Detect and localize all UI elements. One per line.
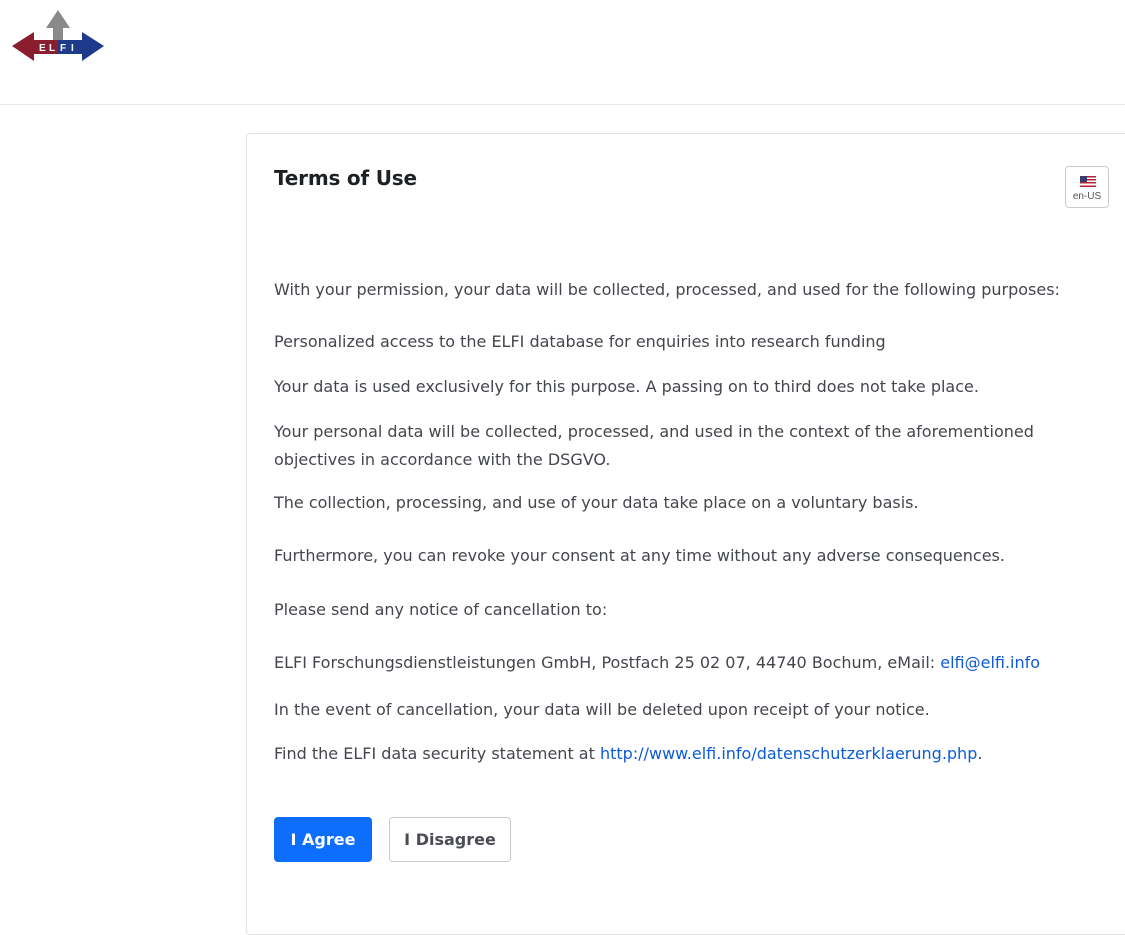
terms-paragraph-purpose: Personalized access to the ELFI database… xyxy=(274,332,886,351)
page-header: E L F I xyxy=(0,0,1125,105)
page-title: Terms of Use xyxy=(274,166,417,190)
security-statement-text: Find the ELFI data security statement at xyxy=(274,744,600,763)
language-selector-button[interactable]: en-US xyxy=(1065,166,1109,208)
language-code-label: en-US xyxy=(1072,191,1102,202)
terms-paragraph-dsgvo: Your personal data will be collected, pr… xyxy=(274,422,1034,469)
agree-button[interactable]: I Agree xyxy=(274,817,372,862)
terms-card xyxy=(246,133,1125,935)
email-link[interactable]: elfi@elfi.info xyxy=(940,653,1040,672)
svg-text:F: F xyxy=(60,43,66,54)
address-text: ELFI Forschungsdienstleistungen GmbH, Po… xyxy=(274,653,941,672)
security-statement-link[interactable]: http://www.elfi.info/datenschutzerklaeru… xyxy=(600,744,977,763)
disagree-button[interactable]: I Disagree xyxy=(389,817,511,862)
terms-paragraph-exclusive-use: Your data is used exclusively for this p… xyxy=(274,377,979,396)
terms-paragraph-revoke: Furthermore, you can revoke your consent… xyxy=(274,546,1005,565)
terms-paragraph-security-statement: Find the ELFI data security statement at… xyxy=(274,740,982,768)
terms-paragraph-cancellation: Please send any notice of cancellation t… xyxy=(274,600,608,619)
terms-paragraph-deletion: In the event of cancellation, your data … xyxy=(274,700,930,719)
terms-paragraph-intro: With your permission, your data will be … xyxy=(274,280,1060,299)
elfi-logo[interactable]: E L F I xyxy=(10,8,106,68)
security-statement-period: . xyxy=(977,744,983,763)
terms-paragraph-address: ELFI Forschungsdienstleistungen GmbH, Po… xyxy=(274,649,1040,677)
terms-paragraph-voluntary: The collection, processing, and use of y… xyxy=(274,493,919,512)
svg-text:L: L xyxy=(49,43,55,54)
us-flag-icon xyxy=(1080,176,1096,187)
svg-text:E: E xyxy=(39,43,46,54)
svg-text:I: I xyxy=(71,43,74,54)
